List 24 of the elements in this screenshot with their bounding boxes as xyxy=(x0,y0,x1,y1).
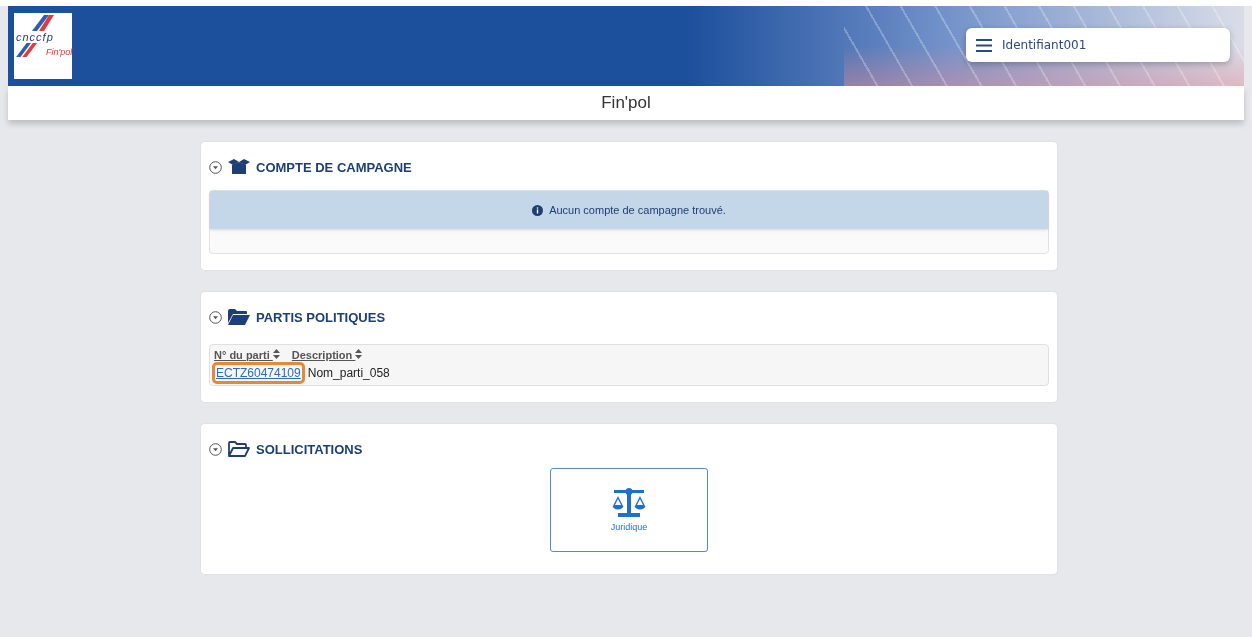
box-icon xyxy=(228,159,250,175)
stripes-icon xyxy=(32,15,54,31)
column-header[interactable]: Description xyxy=(289,349,365,361)
column-header[interactable]: N° du parti xyxy=(212,349,282,361)
section-title: PARTIS POLITIQUES xyxy=(256,309,386,325)
scales-icon xyxy=(612,488,646,518)
info-icon xyxy=(532,204,544,216)
table-cell: Nom_parti_058 xyxy=(307,366,390,380)
collapse-toggle[interactable] xyxy=(209,160,222,174)
alert-message: Aucun compte de campagne trouvé. xyxy=(549,204,726,216)
user-menu-button[interactable]: Identifiant001 xyxy=(966,28,1230,62)
menu-icon xyxy=(976,38,992,52)
folder-icon xyxy=(228,309,250,325)
page-title: Fin'pol xyxy=(601,93,651,113)
collapse-toggle[interactable] xyxy=(209,310,222,324)
section-title: SOLLICITATIONS xyxy=(256,441,363,457)
category-tile[interactable]: Juridique xyxy=(550,468,708,552)
collapse-toggle[interactable] xyxy=(209,442,222,456)
logo-name: cnccfp xyxy=(16,31,54,43)
folder-open-icon xyxy=(228,441,250,457)
sort-icon xyxy=(272,349,280,359)
section-title: COMPTE DE CAMPAGNE xyxy=(256,159,412,175)
sort-icon xyxy=(355,349,363,359)
party-link[interactable]: ECTZ60474109 xyxy=(215,365,302,381)
